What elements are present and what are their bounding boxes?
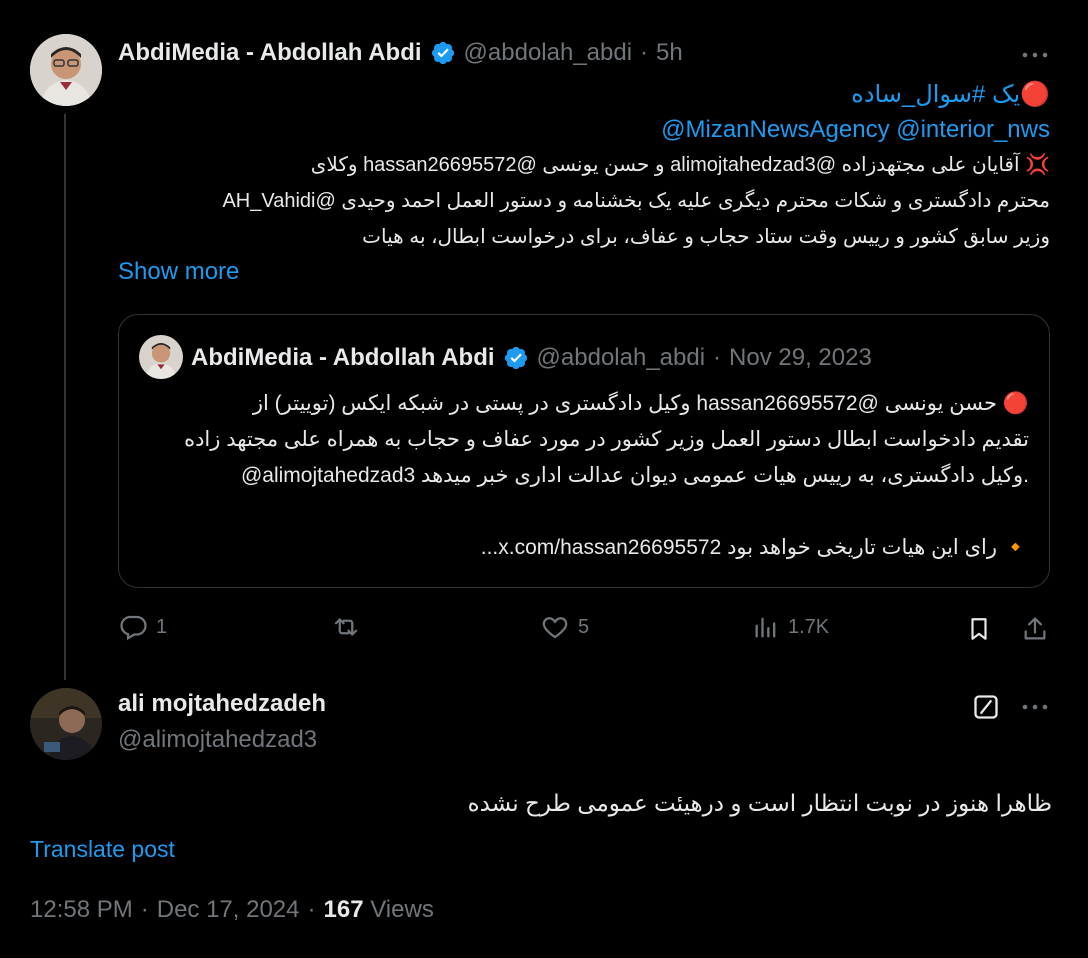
- tweet-line-3: 💢 آقایان علی مجتهدزاده @alimojtahedzad3 …: [310, 154, 1050, 176]
- reply-views-count: 167: [323, 896, 364, 923]
- quote-verified-badge-icon: [503, 345, 529, 371]
- quoted-tweet-card[interactable]: AbdiMedia - Abdollah Abdi @abdolah_abdi …: [118, 314, 1050, 588]
- reply-author-handle[interactable]: @alimojtahedzad3: [118, 726, 317, 754]
- share-button[interactable]: [1018, 612, 1052, 646]
- tweet-line-1: 🔴یک #سوال_ساده: [851, 81, 1050, 108]
- reply-more-options-icon[interactable]: [1018, 694, 1052, 720]
- grok-button[interactable]: [968, 690, 1004, 724]
- reply-action[interactable]: 1: [118, 612, 167, 642]
- author-name[interactable]: AbdiMedia - Abdollah Abdi: [118, 39, 422, 67]
- heart-icon: [542, 617, 568, 639]
- grok-icon: [974, 695, 998, 719]
- views-action[interactable]: 1.7K: [752, 612, 829, 642]
- reply-date[interactable]: Dec 17, 2024: [157, 896, 300, 924]
- quote-avatar-image: [139, 335, 183, 379]
- reply-meta-dot-2: ·: [307, 896, 316, 923]
- author-handle[interactable]: @abdolah_abdi: [464, 39, 633, 67]
- reply-views-label: Views: [370, 896, 434, 923]
- like-action[interactable]: 5: [540, 612, 589, 642]
- thread-connector: [64, 114, 66, 680]
- quote-line-1: 🔴 حسن یونسی @hassan26695572 وکیل دادگستر…: [252, 392, 1029, 415]
- avatar-image: [30, 34, 102, 106]
- repost-icon: [334, 618, 358, 636]
- bookmark-icon: [971, 618, 987, 640]
- tweet-line-4: محترم دادگستری و شکات محترم دیگری علیه ی…: [222, 190, 1050, 212]
- share-icon: [1024, 617, 1046, 640]
- more-options-icon[interactable]: [1018, 42, 1052, 68]
- tweet-mentions[interactable]: @MizanNewsAgency @interior_nws: [118, 116, 1050, 144]
- reply-author-name[interactable]: ali mojtahedzadeh: [118, 690, 326, 718]
- tweet-time[interactable]: 5h: [656, 39, 683, 67]
- quote-line-3: @alimojtahedzad3 وکیل دادگستری، به رییس …: [240, 464, 1029, 487]
- quote-line-2: تقدیم دادخواست ابطال دستور العمل وزیر کش…: [184, 428, 1029, 451]
- author-avatar[interactable]: [30, 34, 102, 106]
- quote-date: Nov 29, 2023: [729, 344, 872, 371]
- reply-count: 1: [156, 615, 168, 638]
- quote-line-4: 🔸 رای این هیات تاریخی خواهد بود x.com/ha…: [480, 536, 1029, 559]
- quote-header: AbdiMedia - Abdollah Abdi @abdolah_abdi …: [191, 341, 872, 375]
- show-more-link[interactable]: Show more: [118, 258, 239, 286]
- reply-icon: [120, 615, 147, 641]
- reply-meta-dot: ·: [140, 896, 149, 923]
- analytics-icon: [755, 617, 776, 638]
- reply-author-avatar[interactable]: [30, 688, 102, 760]
- reply-text: ظاهرا هنوز در نوبت انتظار است و درهیئت ع…: [467, 790, 1052, 816]
- quote-author-handle: @abdolah_abdi: [536, 344, 706, 371]
- view-count: 1.7K: [788, 615, 830, 638]
- tweet-header: AbdiMedia - Abdollah Abdi @abdolah_abdi …: [118, 36, 683, 70]
- quote-author-name: AbdiMedia - Abdollah Abdi: [191, 344, 495, 371]
- translate-post-link[interactable]: Translate post: [30, 836, 175, 863]
- separator-dot: ·: [640, 39, 649, 66]
- reply-time[interactable]: 12:58 PM: [30, 896, 133, 924]
- like-count: 5: [578, 615, 590, 638]
- quote-author-avatar: [139, 335, 183, 379]
- verified-badge-icon: [430, 40, 456, 66]
- quote-separator-dot: ·: [713, 344, 722, 371]
- tweet-line-5: وزیر سابق کشور و رییس وقت ستاد حجاب و عف…: [362, 226, 1050, 248]
- repost-action[interactable]: [330, 612, 362, 642]
- bookmark-button[interactable]: [962, 612, 996, 646]
- reply-avatar-image: [30, 688, 102, 760]
- reply-meta: 12:58 PM · Dec 17, 2024 · 167 Views: [30, 896, 434, 924]
